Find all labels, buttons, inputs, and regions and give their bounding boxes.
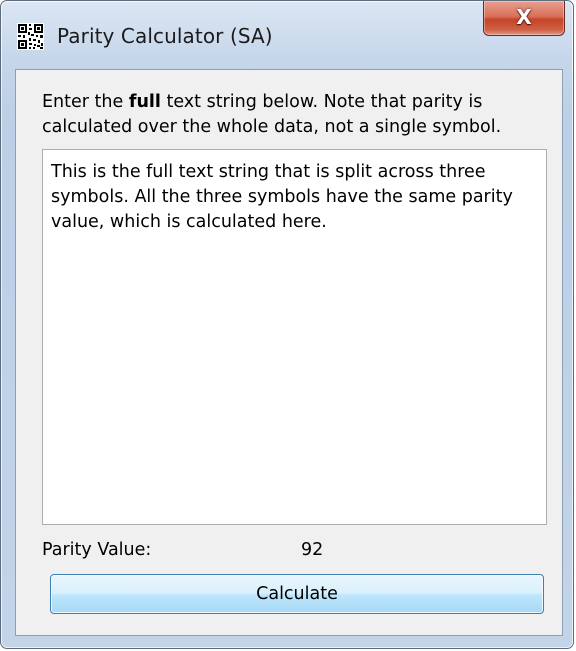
instruction-prefix: Enter the — [42, 92, 129, 112]
instruction-emphasis: full — [128, 92, 161, 112]
parity-value-label: Parity Value: — [42, 540, 152, 560]
instruction-text: Enter the full text string below. Note t… — [42, 90, 552, 140]
close-icon: X — [516, 5, 532, 29]
calculate-button[interactable]: Calculate — [50, 574, 544, 614]
full-text-input[interactable]: This is the full text string that is spl… — [42, 149, 547, 525]
close-button[interactable]: X — [483, 1, 565, 36]
window-title: Parity Calculator (SA) — [57, 24, 273, 48]
title-bar[interactable]: Parity Calculator (SA) X — [1, 1, 573, 71]
dialog-client-area: Enter the full text string below. Note t… — [15, 69, 563, 636]
parity-value-output: 92 — [301, 540, 324, 560]
parity-calculator-window: Parity Calculator (SA) X Enter the full … — [0, 0, 574, 649]
qr-code-icon — [17, 23, 44, 50]
